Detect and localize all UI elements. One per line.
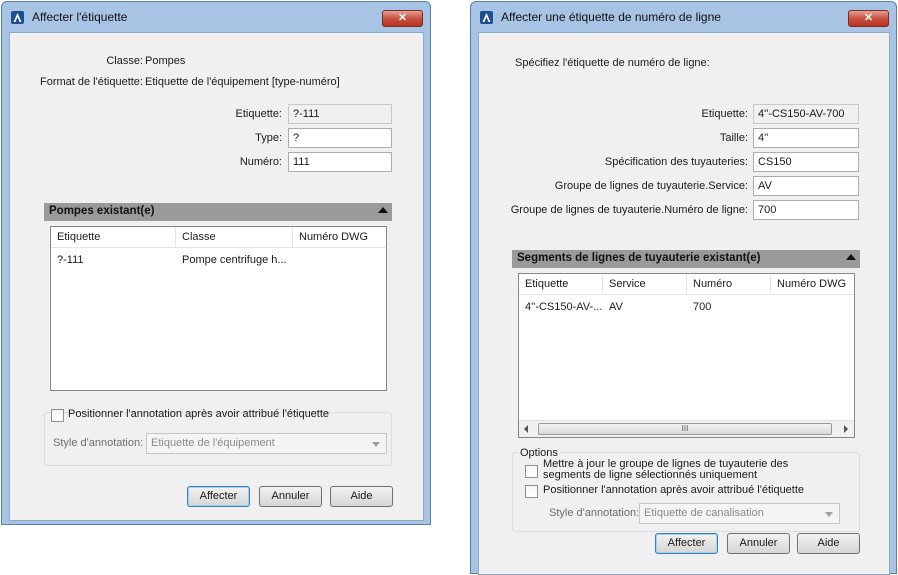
pipe-spec-label: Spécification des tuyauteries: [604, 156, 748, 168]
assign-line-number-dialog: Affecter une étiquette de numéro de lign… [470, 1, 897, 575]
annotation-style-label: Style d'annotation: [549, 507, 640, 519]
section-title: Pompes existant(e) [49, 205, 155, 217]
dropdown-arrow-icon [372, 442, 380, 447]
cell-tag: 4''-CS150-AV-... [525, 301, 603, 313]
title-bar[interactable]: Affecter une étiquette de numéro de lign… [471, 2, 896, 32]
existing-segments-list[interactable]: Etiquette Service Numéro Numéro DWG 4''-… [518, 273, 855, 438]
tag-format-value: Etiquette de l'équipement [type-numéro] [145, 76, 340, 88]
column-header-dwg-number[interactable]: Numéro DWG [293, 227, 386, 248]
instruction-text: Spécifiez l'étiquette de numéro de ligne… [515, 57, 710, 69]
column-header-number[interactable]: Numéro [687, 274, 771, 295]
type-label: Type: [255, 132, 282, 144]
pipe-spec-field[interactable]: CS150 [753, 152, 859, 172]
cell-number: 700 [693, 301, 712, 313]
line-tag-label: Etiquette: [701, 108, 748, 120]
existing-segments-header[interactable]: Segments de lignes de tuyauterie existan… [512, 250, 860, 268]
app-logo-icon [11, 11, 24, 24]
annotation-style-value: Etiquette de l'équipement [151, 437, 275, 449]
app-logo-icon [480, 11, 493, 24]
service-field[interactable]: AV [753, 176, 859, 196]
line-tag-field: 4''-CS150-AV-700 [753, 104, 859, 124]
scroll-thumb[interactable]: III [538, 423, 832, 435]
table-row[interactable]: ?-111 Pompe centrifuge h... [51, 251, 386, 269]
collapse-arrow-icon[interactable] [846, 254, 856, 260]
list-header: Etiquette Classe Numéro DWG [51, 227, 386, 248]
table-row[interactable]: 4''-CS150-AV-... AV 700 [519, 298, 854, 316]
dialog-title: Affecter l'étiquette [32, 10, 128, 24]
size-label: Taille: [719, 132, 748, 144]
cell-service: AV [609, 301, 623, 313]
type-field[interactable]: ? [288, 128, 392, 148]
horizontal-scrollbar[interactable]: III [519, 420, 854, 437]
annotation-style-select: Etiquette de l'équipement [146, 433, 387, 454]
assign-tag-dialog: Affecter l'étiquette ✕ Classe: Pompes Fo… [1, 1, 431, 525]
column-header-dwg-number[interactable]: Numéro DWG [771, 274, 854, 295]
cancel-button[interactable]: Annuler [259, 486, 322, 507]
annotation-style-value: Etiquette de canalisation [644, 507, 764, 519]
scroll-left-arrow-icon[interactable] [524, 425, 528, 433]
annotation-style-select: Etiquette de canalisation [639, 503, 840, 524]
list-header: Etiquette Service Numéro Numéro DWG [519, 274, 854, 295]
section-title: Segments de lignes de tuyauterie existan… [517, 252, 761, 264]
collapse-arrow-icon[interactable] [378, 207, 388, 213]
cell-class: Pompe centrifuge h... [182, 254, 287, 266]
service-label: Groupe de lignes de tuyauterie.Service: [554, 180, 748, 192]
scroll-thumb-grip: III [681, 424, 689, 433]
tag-label: Etiquette: [235, 108, 282, 120]
column-header-tag[interactable]: Etiquette [519, 274, 603, 295]
title-bar[interactable]: Affecter l'étiquette ✕ [2, 2, 430, 32]
scroll-right-arrow-icon[interactable] [844, 425, 848, 433]
dropdown-arrow-icon [825, 512, 833, 517]
cell-tag: ?-111 [57, 254, 84, 266]
update-selected-segments-label: Mettre à jour le groupe de lignes de tuy… [543, 458, 789, 481]
position-annotation-label: Positionner l'annotation après avoir att… [543, 484, 805, 496]
number-label: Numéro: [239, 156, 282, 168]
close-icon: ✕ [863, 12, 874, 24]
class-label: Classe: [106, 55, 143, 67]
assign-button[interactable]: Affecter [187, 486, 250, 507]
size-field[interactable]: 4'' [753, 128, 859, 148]
dialog-title: Affecter une étiquette de numéro de lign… [501, 10, 721, 24]
position-annotation-checkbox[interactable] [51, 409, 64, 422]
cancel-button[interactable]: Annuler [727, 533, 790, 554]
position-annotation-checkbox[interactable] [525, 485, 538, 498]
column-header-class[interactable]: Classe [176, 227, 293, 248]
close-button[interactable]: ✕ [382, 10, 423, 27]
line-number-field[interactable]: 700 [753, 200, 859, 220]
tag-field: ?-111 [288, 104, 392, 124]
annotation-style-label: Style d'annotation: [53, 437, 144, 449]
tag-format-label: Format de l'étiquette: [40, 76, 143, 88]
existing-pumps-header[interactable]: Pompes existant(e) [44, 203, 392, 221]
assign-button[interactable]: Affecter [655, 533, 718, 554]
column-header-tag[interactable]: Etiquette [51, 227, 176, 248]
help-button[interactable]: Aide [797, 533, 860, 554]
dialog-body: Spécifiez l'étiquette de numéro de ligne… [478, 32, 890, 575]
dialog-body: Classe: Pompes Format de l'étiquette: Et… [9, 32, 424, 521]
existing-pumps-list[interactable]: Etiquette Classe Numéro DWG ?-111 Pompe … [50, 226, 387, 391]
line-number-label: Groupe de lignes de tuyauterie.Numéro de… [510, 204, 748, 216]
number-field[interactable]: 111 [288, 152, 392, 172]
close-button[interactable]: ✕ [848, 10, 889, 27]
class-value: Pompes [145, 55, 186, 67]
column-header-service[interactable]: Service [603, 274, 687, 295]
close-icon: ✕ [397, 12, 408, 24]
help-button[interactable]: Aide [330, 486, 393, 507]
position-annotation-label: Positionner l'annotation après avoir att… [68, 408, 330, 420]
update-selected-segments-checkbox[interactable] [525, 465, 538, 478]
